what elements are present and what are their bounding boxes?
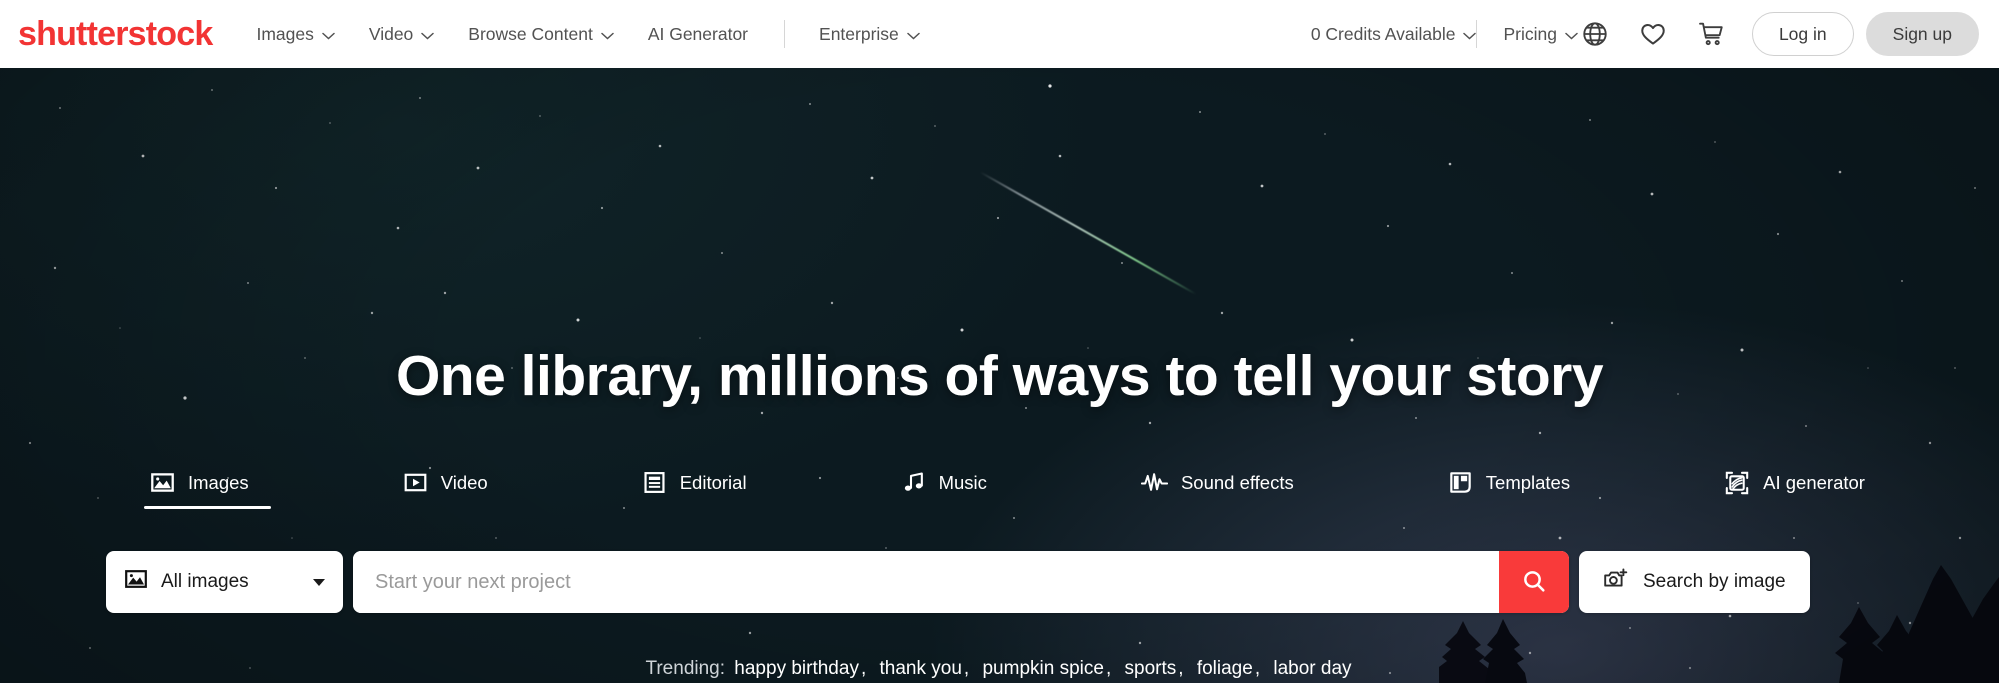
video-play-icon — [403, 470, 428, 495]
trending-term[interactable]: pumpkin spice — [982, 658, 1103, 679]
media-type-tabs: Images Video Editorial Music Sound effec… — [144, 470, 1865, 510]
tab-label: Sound effects — [1180, 471, 1294, 493]
search-category-label: All images — [161, 571, 249, 592]
chevron-down-icon — [601, 24, 614, 45]
tab-label: Templates — [1485, 471, 1571, 493]
tab-label: Editorial — [679, 471, 747, 493]
pricing-label: Pricing — [1503, 23, 1557, 44]
tab-templates[interactable]: Templates — [1448, 470, 1570, 509]
tab-music[interactable]: Music — [901, 470, 987, 509]
tab-label: AI generator — [1763, 472, 1865, 493]
chevron-down-icon — [421, 24, 435, 45]
sign-up-label: Sign up — [1892, 23, 1952, 44]
hero-headline: One library, millions of ways to tell yo… — [395, 344, 1604, 408]
tab-ai-generator[interactable]: AI generator — [1724, 470, 1865, 510]
music-note-icon — [901, 470, 926, 495]
waveform-icon — [1140, 470, 1168, 495]
primary-navigation: Images Video Browse Content AI Generator… — [256, 20, 953, 48]
nav-divider — [1476, 20, 1478, 48]
camera-plus-icon — [1603, 567, 1629, 597]
pricing-menu[interactable]: Pricing — [1503, 24, 1578, 45]
cart-icon[interactable] — [1694, 17, 1728, 51]
search-bar: All images Start your next project Searc… — [106, 551, 1810, 613]
hero-section: One library, millions of ways to tell yo… — [0, 68, 1999, 683]
trending-label: Trending: — [645, 658, 726, 679]
image-icon — [124, 567, 148, 597]
tab-sound-effects[interactable]: Sound effects — [1140, 470, 1294, 509]
image-icon — [150, 470, 175, 495]
credits-menu[interactable]: 0 Credits Available — [1311, 24, 1477, 45]
search-submit-button[interactable] — [1499, 551, 1569, 613]
tab-label: Video — [440, 471, 488, 493]
search-category-dropdown[interactable]: All images — [106, 551, 343, 613]
tab-label: Music — [938, 471, 987, 493]
site-header: shutterstock Images Video Browse Content… — [0, 0, 1999, 68]
nav-item-label: Browse Content — [468, 23, 593, 44]
chevron-down-icon — [1463, 24, 1477, 45]
trending-term[interactable]: sports — [1125, 658, 1177, 679]
chevron-down-icon — [1565, 24, 1578, 45]
chevron-down-icon — [907, 24, 920, 45]
tab-editorial[interactable]: Editorial — [642, 470, 747, 509]
search-icon — [1521, 568, 1547, 597]
trending-term[interactable]: happy birthday — [734, 658, 859, 679]
trending-term[interactable]: thank you — [880, 658, 962, 679]
templates-icon — [1448, 470, 1473, 495]
tab-video[interactable]: Video — [403, 470, 488, 509]
nav-item-video[interactable]: Video — [368, 23, 435, 45]
caret-down-icon — [313, 578, 325, 586]
search-by-image-button[interactable]: Search by image — [1579, 551, 1810, 613]
globe-icon[interactable] — [1578, 17, 1612, 51]
chevron-down-icon — [322, 24, 335, 45]
nav-item-label: Images — [256, 23, 314, 44]
nav-divider — [784, 20, 786, 48]
nav-item-label: Video — [368, 23, 414, 44]
tab-label: Images — [188, 471, 249, 493]
search-by-image-label: Search by image — [1643, 571, 1786, 592]
nav-item-label: Enterprise — [819, 23, 899, 44]
shutterstock-logo[interactable]: shutterstock — [18, 17, 213, 51]
trending-term[interactable]: foliage — [1197, 658, 1253, 679]
nav-item-label: AI Generator — [647, 23, 749, 44]
log-in-button[interactable]: Log in — [1751, 12, 1854, 56]
sign-up-button[interactable]: Sign up — [1865, 12, 1979, 56]
ai-generator-icon — [1724, 470, 1750, 496]
nav-item-images[interactable]: Images — [256, 23, 335, 45]
trending-searches: Trending: happy birthday, thank you, pum… — [645, 658, 1352, 679]
search-input[interactable] — [353, 551, 1499, 613]
search-input-wrapper — [353, 551, 1569, 613]
header-utility-navigation: 0 Credits Available Pricing Log in Sign … — [1311, 0, 1983, 68]
tab-images[interactable]: Images — [144, 470, 271, 509]
heart-icon[interactable] — [1636, 17, 1670, 51]
trending-term[interactable]: labor day — [1273, 658, 1351, 679]
log-in-label: Log in — [1778, 23, 1827, 44]
credits-label: 0 Credits Available — [1310, 23, 1456, 44]
nav-item-enterprise[interactable]: Enterprise — [819, 24, 920, 45]
editorial-icon — [642, 470, 667, 495]
nav-item-ai-generator[interactable]: AI Generator — [648, 24, 748, 45]
nav-item-browse-content[interactable]: Browse Content — [468, 24, 614, 45]
